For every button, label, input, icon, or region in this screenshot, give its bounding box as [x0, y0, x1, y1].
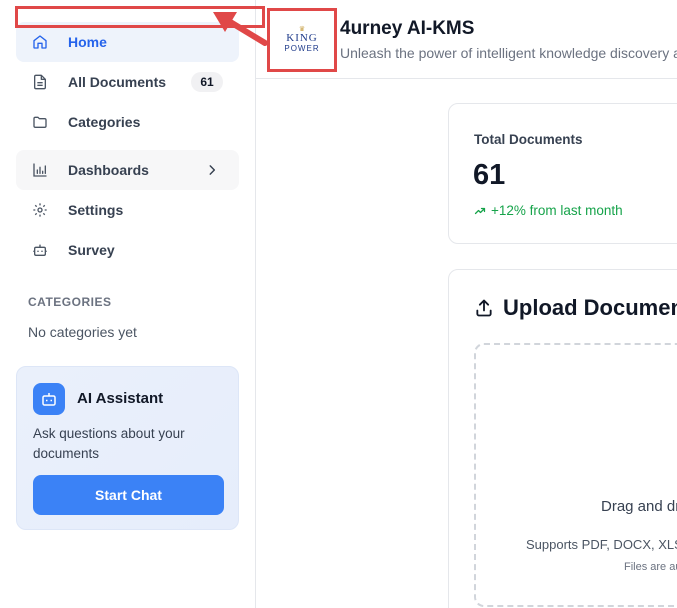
chevron-right-icon: [209, 165, 216, 175]
upload-documents-card: Upload Documents Drag and drop Supports …: [448, 269, 677, 608]
nav-home-label: Home: [68, 34, 107, 50]
total-documents-card: Total Documents 61 +12% from last month: [448, 103, 677, 244]
nav-all-documents-label: All Documents: [68, 74, 167, 90]
ai-assistant-description: Ask questions about your documents: [33, 426, 185, 461]
nav-dashboards-label: Dashboards: [68, 162, 149, 178]
header-divider: [256, 78, 677, 79]
logo-line-1: KING: [286, 32, 318, 44]
nav-settings-label: Settings: [68, 202, 124, 218]
bot-icon: [33, 383, 65, 415]
king-power-logo[interactable]: ♛ KING POWER: [267, 8, 337, 72]
upload-icon: [476, 299, 492, 317]
logo-line-2: POWER: [284, 44, 320, 53]
stat-value: 61: [473, 159, 506, 191]
bot-icon: [32, 242, 48, 258]
start-chat-button[interactable]: Start Chat: [33, 475, 224, 515]
nav-survey[interactable]: Survey: [16, 230, 239, 270]
categories-heading: CATEGORIES: [28, 295, 112, 309]
app-title: 4urney AI-KMS: [340, 18, 475, 39]
app-subtitle: Unleash the power of intelligent knowled…: [340, 45, 677, 61]
categories-empty-text: No categories yet: [28, 324, 137, 340]
stat-trend-text: +12% from last month: [491, 203, 623, 218]
ai-assistant-title: AI Assistant: [77, 390, 164, 407]
dropzone-supported-formats: Supports PDF, DOCX, XLSX: [526, 537, 677, 552]
nav-categories[interactable]: Categories: [16, 102, 239, 142]
upload-title-text: Upload Documents: [503, 295, 677, 320]
nav-dashboards[interactable]: Dashboards: [16, 150, 239, 190]
ai-assistant-card: AI Assistant Ask questions about your do…: [16, 366, 239, 530]
nav-settings[interactable]: Settings: [16, 190, 239, 230]
file-dropzone[interactable]: Drag and drop Supports PDF, DOCX, XLSX F…: [474, 343, 677, 607]
nav-all-documents[interactable]: All Documents 61: [16, 62, 239, 102]
annotation-arrow-icon: [213, 12, 268, 46]
home-icon: [32, 34, 48, 50]
nav-categories-label: Categories: [68, 114, 141, 130]
dropzone-note: Files are automatically: [624, 561, 677, 573]
document-count-badge: 61: [191, 72, 223, 92]
dropzone-text: Drag and drop: [601, 498, 677, 515]
bar-chart-icon: [32, 162, 48, 178]
stat-trend: +12% from last month: [474, 203, 623, 218]
folder-icon: [32, 114, 48, 130]
nav-survey-label: Survey: [68, 242, 115, 258]
gear-icon: [32, 202, 48, 218]
upload-title: Upload Documents: [474, 295, 677, 321]
file-icon: [32, 74, 48, 90]
sidebar: Home All Documents 61 Categories Dashboa…: [0, 0, 256, 608]
stat-label: Total Documents: [474, 132, 583, 147]
trending-up-icon: [474, 207, 486, 214]
